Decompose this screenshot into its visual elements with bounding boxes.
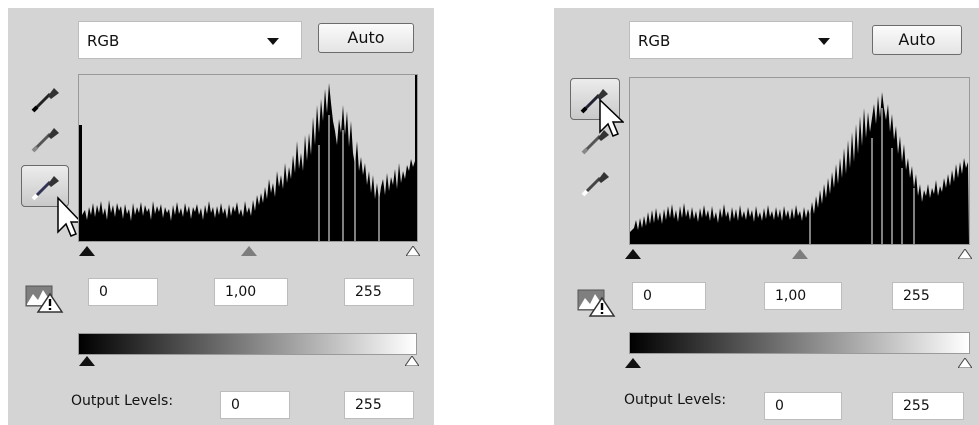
input-black-slider[interactable] (79, 246, 95, 256)
output-black-slider[interactable] (625, 358, 641, 368)
clipping-warning-icon[interactable] (576, 284, 616, 318)
output-white-slider[interactable] (958, 358, 972, 368)
black-eyedropper-icon[interactable] (28, 84, 64, 114)
input-white-field[interactable]: 255 (344, 278, 414, 306)
channel-select-value: RGB (638, 32, 671, 50)
input-white-slider[interactable] (958, 249, 972, 259)
input-black-field[interactable]: 0 (632, 282, 706, 310)
input-gamma-slider[interactable] (241, 246, 257, 256)
output-black-field[interactable]: 0 (764, 392, 842, 420)
channel-select[interactable]: RGB (629, 21, 853, 59)
input-white-slider[interactable] (406, 246, 420, 256)
channel-select-value: RGB (87, 32, 120, 50)
gray-eyedropper-icon[interactable] (578, 126, 614, 156)
histogram-bars (630, 92, 969, 244)
chevron-down-icon (267, 38, 279, 45)
input-black-slider[interactable] (625, 249, 641, 259)
output-gradient-bar (78, 333, 417, 355)
histogram (629, 77, 970, 245)
channel-select[interactable]: RGB (78, 21, 302, 59)
white-eyedropper-icon[interactable] (578, 168, 614, 198)
output-levels-label: Output Levels: (71, 393, 174, 409)
output-white-slider[interactable] (405, 356, 419, 366)
levels-panel-left: RGB Auto 0 1,00 255 Output Levels: 0 255 (8, 8, 434, 425)
input-white-field[interactable]: 255 (892, 282, 964, 310)
input-gamma-field[interactable]: 1,00 (764, 282, 842, 310)
clipping-warning-icon[interactable] (24, 280, 64, 314)
output-levels-label: Output Levels: (624, 392, 727, 408)
auto-button[interactable]: Auto (318, 23, 414, 53)
histogram-bars (79, 75, 417, 241)
histogram (78, 74, 418, 242)
auto-button[interactable]: Auto (872, 25, 962, 55)
output-gradient-bar (629, 332, 970, 354)
output-white-field[interactable]: 255 (892, 392, 964, 420)
output-white-field[interactable]: 255 (344, 391, 414, 419)
input-gamma-slider[interactable] (792, 249, 808, 259)
levels-panel-right: RGB Auto 0 1,00 255 Output Levels: 0 255 (554, 8, 979, 425)
input-black-field[interactable]: 0 (88, 278, 158, 306)
chevron-down-icon (818, 38, 830, 45)
output-black-field[interactable]: 0 (220, 391, 290, 419)
gray-eyedropper-icon[interactable] (28, 124, 64, 154)
output-black-slider[interactable] (79, 356, 95, 366)
input-gamma-field[interactable]: 1,00 (214, 278, 288, 306)
